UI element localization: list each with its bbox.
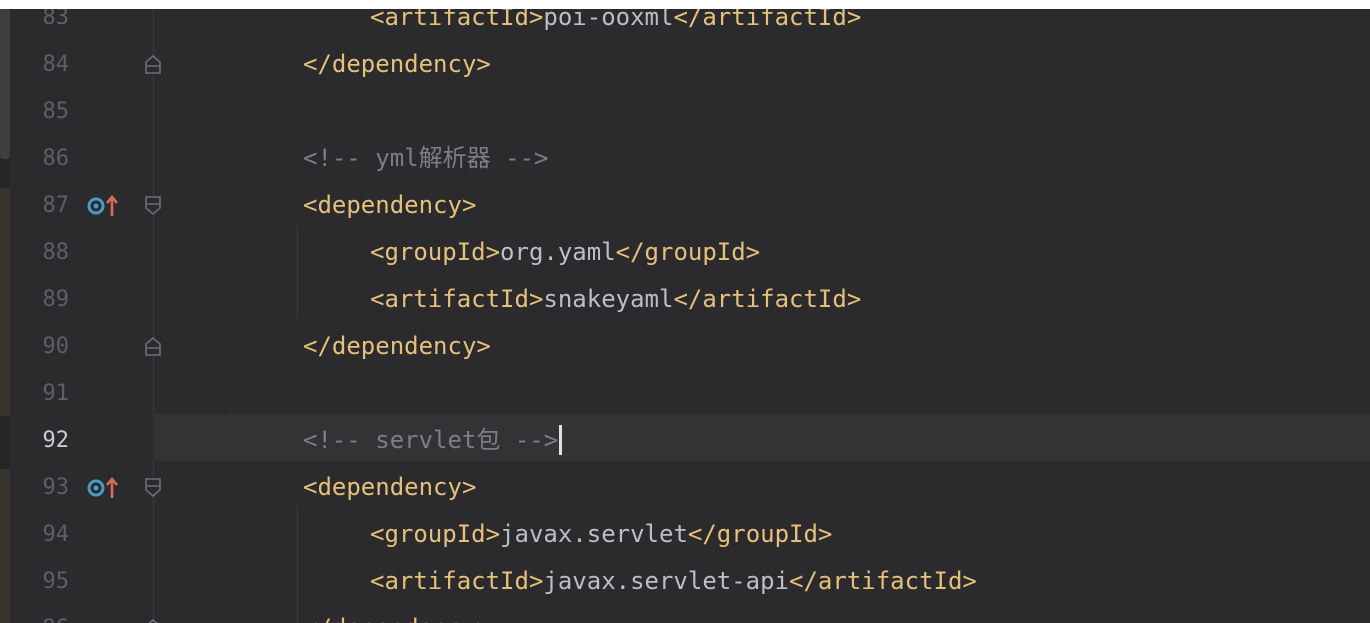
code-line[interactable]: 84 </dependency>: [0, 41, 1370, 88]
line-number: 95: [42, 569, 70, 594]
code-text[interactable]: <dependency>: [303, 464, 476, 511]
code-line[interactable]: 94 <groupId>javax.servlet</groupId>: [0, 511, 1370, 558]
fold-end-icon[interactable]: [144, 336, 162, 357]
code-text[interactable]: <groupId>org.yaml</groupId>: [370, 229, 760, 276]
fold-end-icon[interactable]: [144, 54, 162, 75]
xml-comment: <!-- servlet包 -->: [303, 426, 559, 454]
code-line[interactable]: 90 </dependency>: [0, 323, 1370, 370]
code-text[interactable]: <artifactId>poi-ooxml</artifactId>: [370, 9, 861, 41]
line-number: 96: [0, 605, 70, 623]
line-number: 91: [42, 381, 70, 406]
xml-comment: <!-- yml解析器 -->: [303, 144, 549, 172]
text-cursor: [559, 425, 562, 455]
line-number: 84: [42, 52, 70, 77]
xml-open-tag: <artifactId>: [370, 9, 544, 31]
code-text[interactable]: <dependency>: [303, 182, 476, 229]
code-text[interactable]: </dependency>: [303, 323, 491, 370]
code-line[interactable]: 85: [0, 88, 1370, 135]
xml-close-tag: </artifactId>: [673, 285, 862, 313]
code-text[interactable]: <!-- yml解析器 -->: [303, 135, 548, 182]
xml-open-tag: <groupId>: [370, 520, 501, 548]
xml-text-value: javax.servlet: [500, 520, 688, 548]
line-number: 89: [42, 287, 70, 312]
xml-open-tag: <artifactId>: [370, 567, 544, 595]
code-line[interactable]: 96 </dependency>: [0, 605, 1370, 623]
code-text[interactable]: </dependency>: [303, 605, 491, 623]
code-line[interactable]: 95 <artifactId>javax.servlet-api</artifac…: [0, 558, 1370, 605]
line-number: 93: [42, 475, 70, 500]
line-number: 88: [42, 240, 70, 265]
code-line[interactable]: 86 <!-- yml解析器 -->: [0, 135, 1370, 182]
line-number: 86: [42, 146, 70, 171]
xml-text-value: org.yaml: [500, 238, 616, 266]
code-line[interactable]: 88 <groupId>org.yaml</groupId>: [0, 229, 1370, 276]
xml-text-value: poi-ooxml: [543, 9, 674, 31]
code-line[interactable]: 83 <artifactId>poi-ooxml</artifactId>: [0, 9, 1370, 41]
xml-close-tag: </artifactId>: [789, 567, 977, 595]
line-number: 83: [42, 9, 70, 30]
code-text[interactable]: <!-- servlet包 -->: [303, 417, 558, 464]
line-number: 94: [42, 522, 70, 547]
xml-tag: <dependency>: [303, 191, 477, 219]
fold-end-icon[interactable]: [144, 618, 162, 623]
implemented-override-up-icon[interactable]: [86, 474, 120, 500]
code-text[interactable]: </dependency>: [303, 41, 491, 88]
fold-start-icon[interactable]: [144, 477, 162, 498]
xml-text-value: snakeyaml: [543, 285, 674, 313]
line-number: 92: [42, 428, 70, 453]
xml-open-tag: <artifactId>: [370, 285, 544, 313]
code-line[interactable]: 89 <artifactId>snakeyaml</artifactId>: [0, 276, 1370, 323]
fold-start-icon[interactable]: [144, 195, 162, 216]
xml-tag: </dependency>: [303, 332, 491, 360]
xml-open-tag: <groupId>: [370, 238, 501, 266]
xml-text-value: javax.servlet-api: [543, 567, 790, 595]
implemented-override-up-icon[interactable]: [86, 192, 120, 218]
line-number: 87: [42, 193, 70, 218]
xml-close-tag: </groupId>: [687, 520, 833, 548]
code-text[interactable]: <artifactId>snakeyaml</artifactId>: [370, 276, 861, 323]
xml-tag: <dependency>: [303, 473, 477, 501]
code-line[interactable]: 91: [0, 370, 1370, 417]
code-text[interactable]: <groupId>javax.servlet</groupId>: [370, 511, 832, 558]
code-editor[interactable]: 83 <artifactId>poi-ooxml</artifactId> 84 </…: [0, 9, 1370, 623]
xml-tag: </dependency>: [303, 50, 491, 78]
xml-close-tag: </artifactId>: [673, 9, 862, 31]
line-number: 85: [42, 99, 70, 124]
xml-tag: </dependency>: [303, 614, 491, 623]
code-line[interactable]: 87 <dependency>: [0, 182, 1370, 229]
code-text[interactable]: <artifactId>javax.servlet-api</artifactI…: [370, 558, 977, 605]
xml-close-tag: </groupId>: [615, 238, 761, 266]
code-line[interactable]: 92 <!-- servlet包 -->: [0, 417, 1370, 464]
code-line[interactable]: 93 <dependency>: [0, 464, 1370, 511]
line-number: 90: [42, 334, 70, 359]
